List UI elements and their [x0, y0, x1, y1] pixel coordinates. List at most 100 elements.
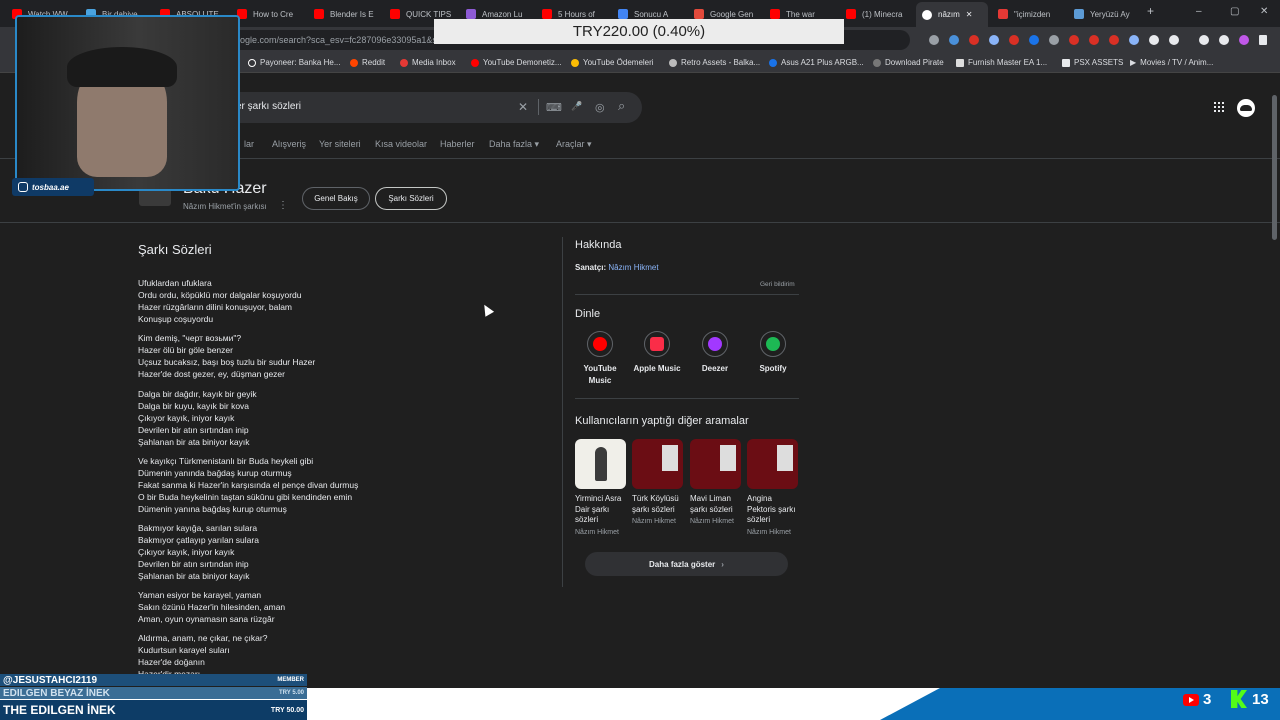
bookmark-item[interactable]: Furnish Master EA 1...	[956, 58, 1047, 67]
extension-icon[interactable]	[1069, 35, 1079, 45]
lyrics-stanza: Aldırma, anam, ne çıkar, ne çıkar? Kudurt…	[138, 632, 468, 680]
bookmark-item[interactable]: Retro Assets - Balka...	[669, 58, 760, 67]
lyrics-line: Devrilen bir atın sırtından inip	[138, 425, 249, 435]
extension-icon[interactable]	[1129, 35, 1139, 45]
tab-web[interactable]: Yer siteleri	[319, 139, 361, 149]
maximize-button[interactable]: ▢	[1230, 6, 1239, 17]
clear-icon[interactable]: ✕	[518, 100, 528, 114]
extension-icon[interactable]	[969, 35, 979, 45]
bookmark-icon	[400, 58, 408, 67]
show-more-button[interactable]: Daha fazla göster ›	[585, 552, 788, 576]
browser-tab[interactable]: How to Cre	[237, 4, 299, 24]
lyrics-line: Şahlanan bir ata biniyor kayık	[138, 437, 250, 447]
related-card[interactable]: Yirminci Asra Dair şarkı sözleri Nâzım H…	[575, 439, 626, 536]
browser-tab[interactable]: Blender Is E	[314, 4, 376, 24]
tab-short-videos[interactable]: Kısa videolar	[375, 139, 427, 149]
listen-deezer[interactable]: Deezer	[687, 331, 743, 375]
extension-icon[interactable]	[1029, 35, 1039, 45]
youtube-icon	[471, 58, 479, 67]
new-tab-button[interactable]: +	[1147, 4, 1154, 18]
lyrics-stanza: Ufuklardan ufuklara Ordu ordu, köpüklü mo…	[138, 277, 468, 325]
lyrics-stanza: Yaman esiyor be karayel, yaman Sakın özün…	[138, 589, 468, 625]
apps-grid-icon[interactable]	[1214, 102, 1224, 112]
lyrics-line: Dümenin yanında bağdaş kurup oturmuş	[138, 468, 292, 478]
feedback-link[interactable]: Geri bildirim	[760, 281, 795, 288]
lyrics-line: Konuşup coşuyordu	[138, 314, 214, 324]
keyboard-icon[interactable]: ⌨	[546, 101, 562, 114]
bookmark-item[interactable]: Download Pirate	[873, 58, 944, 67]
scrollbar[interactable]	[1272, 95, 1277, 240]
extension-icon[interactable]	[1009, 35, 1019, 45]
kick-viewer-count: 13	[1252, 691, 1269, 708]
bookmark-icon	[873, 58, 881, 67]
lyrics-line: Hazer'de dost gezer, ey, düşman gezer	[138, 369, 285, 379]
extension-icon[interactable]	[1109, 35, 1119, 45]
lyrics-line: Uçsuz bucaksız, başı boş tuzlu bir sudur…	[138, 357, 316, 367]
bookmark-item[interactable]: Media Inbox	[400, 58, 456, 67]
bookmark-item[interactable]: Reddit	[350, 58, 385, 67]
puzzle-extensions-icon[interactable]	[1149, 35, 1159, 45]
lyrics-line: Dalga bir kuyu, kayık bir kova	[138, 401, 250, 411]
profile-avatar[interactable]	[1239, 35, 1249, 45]
tab-images[interactable]: lar	[244, 139, 254, 149]
browser-tab[interactable]: Yeryüzü Ay	[1074, 4, 1136, 24]
bookmark-item[interactable]: Asus A21 Plus ARGB...	[769, 58, 864, 67]
tab-news[interactable]: Haberler	[440, 139, 475, 149]
lyrics-line: Bakmıyor çatlayıp yarılan sulara	[138, 535, 259, 545]
more-options-icon[interactable]: ⋮	[278, 200, 288, 211]
extension-icon[interactable]	[949, 35, 959, 45]
youtube-music-icon	[587, 331, 613, 357]
listen-youtube-music[interactable]: YouTube Music	[572, 331, 628, 387]
media-icon[interactable]	[1199, 35, 1209, 45]
about-heading: Hakkında	[575, 239, 622, 251]
extension-icon[interactable]	[1089, 35, 1099, 45]
chip-overview[interactable]: Genel Bakış	[302, 187, 370, 210]
bookmark-item[interactable]: YouTube Ödemeleri	[571, 58, 654, 67]
listen-spotify[interactable]: Spotify	[745, 331, 801, 375]
mouse-cursor-icon	[479, 302, 495, 317]
mic-icon[interactable]: 🎤	[571, 101, 582, 112]
lyrics-line: Sakın özünü Hazer'in hilesinden, aman	[138, 602, 286, 612]
related-card[interactable]: Angina Pektoris şarkı sözleri Nâzım Hikm…	[747, 439, 798, 536]
lyrics-line: Bakmıyor kayığa, sarılan sulara	[138, 523, 258, 533]
tab-tools[interactable]: Araçlar ▾	[556, 139, 592, 150]
related-card[interactable]: Mavi Liman şarkı sözleri Nâzım Hikmet	[690, 439, 741, 525]
bookmark-item[interactable]: ▶ Movies / TV / Anim...	[1130, 58, 1213, 67]
listen-apple-music[interactable]: Apple Music	[629, 331, 685, 375]
extension-icon[interactable]	[989, 35, 999, 45]
lyrics-line: Yaman esiyor be karayel, yaman	[138, 590, 262, 600]
webcam-feed	[15, 15, 240, 191]
tab-more[interactable]: Daha fazla ▾	[489, 139, 539, 150]
extension-icon[interactable]	[929, 35, 939, 45]
youtube-favicon-icon	[846, 9, 856, 19]
bookmark-item[interactable]: Payoneer: Banka He...	[248, 58, 341, 67]
search-icon[interactable]: ⌕	[618, 98, 625, 114]
extension-icon[interactable]	[1169, 35, 1179, 45]
extension-icon[interactable]	[1049, 35, 1059, 45]
close-window-button[interactable]: ✕	[1260, 6, 1268, 17]
lyrics-line: Kudurtsun karayel suları	[138, 645, 230, 655]
lyrics-stanza: Bakmıyor kayığa, sarılan sulara Bakmıyor …	[138, 522, 468, 582]
account-avatar[interactable]	[1237, 99, 1255, 117]
tab-shopping[interactable]: Alışveriş	[272, 139, 306, 149]
lyrics-stanza: Kim demiş, "черт возьми"? Hazer ölü bir g…	[138, 332, 468, 380]
site-favicon-icon	[466, 9, 476, 19]
search-query-text: er şarkı sözleri	[236, 101, 302, 112]
artist-link[interactable]: Nâzım Hikmet	[608, 263, 658, 272]
lens-icon[interactable]: ◎	[595, 101, 605, 114]
menu-icon[interactable]	[1259, 35, 1267, 45]
bookmark-item[interactable]: YouTube Demonetiz...	[471, 58, 562, 67]
browser-tab-active[interactable]: nâzım ✕	[916, 2, 988, 27]
close-tab-icon[interactable]: ✕	[966, 10, 973, 19]
minimize-button[interactable]: –	[1196, 6, 1202, 17]
browser-tab[interactable]: (1) Minecra	[846, 4, 908, 24]
lyrics-stanza: Ve kayıkçı Türkmenistanlı bir Buda heyke…	[138, 455, 468, 515]
browser-tab[interactable]: "içimizden	[998, 4, 1060, 24]
related-thumbnail	[575, 439, 626, 489]
site-favicon-icon	[1074, 9, 1084, 19]
related-card[interactable]: Türk Köylüsü şarkı sözleri Nâzım Hikmet	[632, 439, 683, 525]
sidebar-icon[interactable]	[1219, 35, 1229, 45]
divider	[575, 294, 799, 295]
bookmark-folder[interactable]: PSX ASSETS	[1062, 58, 1123, 67]
chip-lyrics[interactable]: Şarkı Sözleri	[375, 187, 447, 210]
